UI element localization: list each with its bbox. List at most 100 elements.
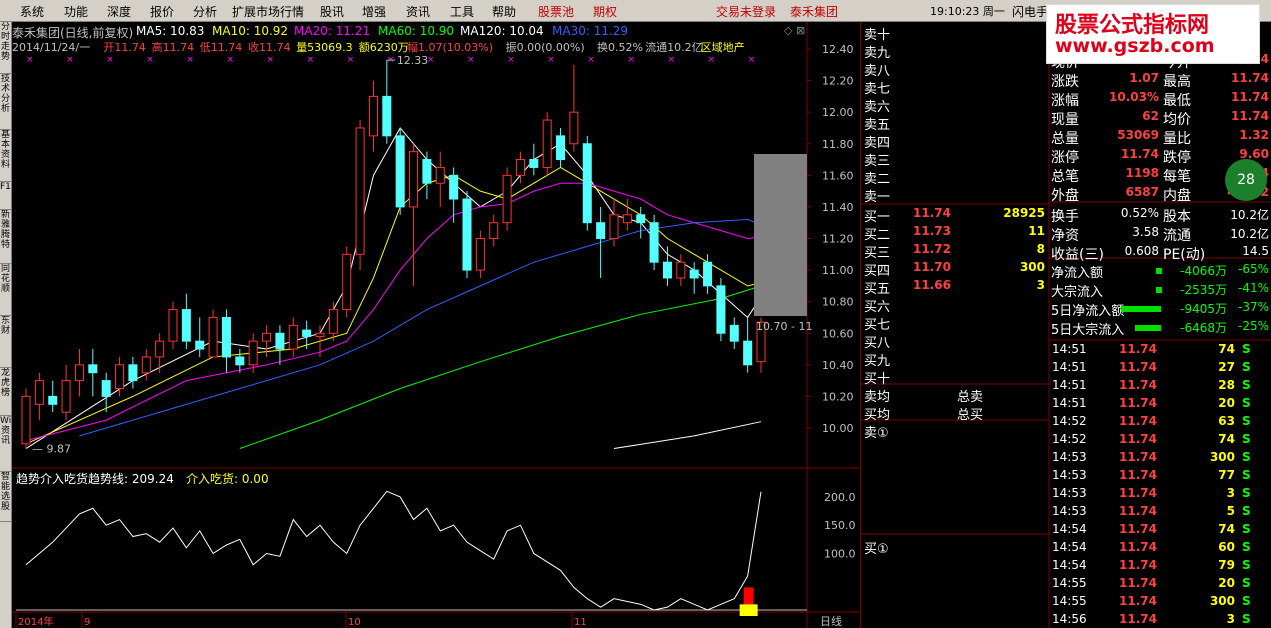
menu-item[interactable]: 帮助	[492, 3, 516, 20]
quote-panel: 卖十 卖九 卖八 卖七 卖六 卖五 卖四 卖三 卖二 卖一 买一 11.74 28925 买二 11.73 1…	[860, 22, 1271, 628]
candle[interactable]	[208, 309, 218, 358]
candle[interactable]	[48, 380, 58, 413]
tick-time: 14:53	[1052, 468, 1087, 482]
candle[interactable]	[636, 206, 646, 239]
candle[interactable]	[489, 214, 499, 247]
candle[interactable]	[462, 191, 472, 278]
candle[interactable]	[21, 388, 31, 449]
candle[interactable]	[743, 317, 753, 373]
tick-side: S	[1242, 558, 1251, 572]
candle[interactable]	[155, 333, 165, 373]
left-tab[interactable]: 同花顺	[0, 264, 11, 316]
candle[interactable]	[662, 246, 672, 286]
candle[interactable]	[315, 325, 325, 357]
menu-item[interactable]: 增强	[362, 3, 386, 20]
orderbook-buy1-box: 买①	[864, 542, 889, 557]
tick-price: 11.74	[1119, 522, 1157, 536]
left-tab[interactable]: 龙虎榜	[0, 368, 11, 416]
flash-button[interactable]: 闪电手	[1012, 3, 1048, 20]
signal-marker: ×	[26, 55, 34, 65]
candle[interactable]	[542, 112, 552, 176]
menu-item[interactable]: 功能	[64, 3, 88, 20]
candle[interactable]	[288, 317, 298, 357]
candle[interactable]	[168, 301, 178, 350]
tick-time: 14:52	[1052, 432, 1087, 446]
menu-item[interactable]: 报价	[150, 3, 174, 20]
left-tab[interactable]: 技术分析	[0, 74, 11, 130]
candle[interactable]	[729, 317, 739, 350]
tick-price: 11.74	[1119, 540, 1157, 554]
candle[interactable]	[275, 325, 285, 365]
candle[interactable]	[328, 301, 338, 342]
candle[interactable]	[409, 143, 419, 286]
candle[interactable]	[382, 60, 392, 144]
menu-item[interactable]: 扩展市场行情	[232, 3, 304, 20]
candle[interactable]	[195, 317, 205, 357]
candle[interactable]	[649, 214, 659, 271]
indicator-axis-tick: 100.0	[824, 547, 856, 560]
candle[interactable]	[128, 356, 138, 389]
candle[interactable]	[101, 372, 111, 413]
candle[interactable]	[181, 293, 191, 350]
left-tab[interactable]: F10	[0, 182, 11, 210]
left-tab[interactable]: 新雅腾特	[0, 210, 11, 264]
quote-value: 53069	[1117, 128, 1159, 142]
tick-side: S	[1242, 468, 1251, 482]
trend-line	[25, 490, 762, 611]
left-tab[interactable]: Wind资讯	[0, 416, 11, 472]
change-badge: 28	[1225, 159, 1267, 201]
candle[interactable]	[61, 364, 71, 421]
candle[interactable]	[395, 127, 405, 215]
menu-item[interactable]: 资讯	[406, 3, 430, 20]
sell-level-label: 卖三	[864, 154, 891, 169]
orderbook-buy-avg: 买均	[864, 408, 891, 423]
candle[interactable]	[596, 206, 606, 278]
candle[interactable]	[34, 372, 44, 421]
candle[interactable]	[622, 199, 632, 231]
candle[interactable]	[676, 254, 686, 286]
candlestick-chart[interactable]: 12.40 12.20 12.00 11.80 11.60 11.40 11.20 11.00…	[12, 22, 860, 628]
candle[interactable]	[355, 120, 365, 271]
watermark-url: www.gszb.com	[1055, 35, 1215, 57]
candle[interactable]	[529, 143, 539, 176]
candle[interactable]	[582, 135, 592, 231]
menu-item[interactable]: 股讯	[320, 3, 344, 20]
candle[interactable]	[221, 309, 231, 373]
left-tab[interactable]: 智能选股	[0, 472, 11, 522]
tick-time: 14:55	[1052, 594, 1087, 608]
candle[interactable]	[502, 167, 512, 231]
menu-item[interactable]: 深度	[107, 3, 131, 20]
candle[interactable]	[74, 349, 84, 397]
tick-time: 14:53	[1052, 450, 1087, 464]
candle[interactable]	[689, 262, 699, 294]
period-label[interactable]: 日线	[820, 614, 842, 628]
quote-value: 10.03%	[1109, 90, 1159, 104]
left-tab[interactable]: 东财	[0, 316, 11, 368]
watermark-logo: 股票公式指标网 www.gszb.com	[1046, 4, 1260, 64]
tick-side: S	[1242, 342, 1251, 356]
sell-level-label: 卖四	[864, 136, 891, 151]
candle[interactable]	[475, 230, 485, 278]
signal-marker: ×	[106, 55, 114, 65]
left-tab[interactable]: 基本资料	[0, 130, 11, 182]
left-tab[interactable]: 分时走势	[0, 22, 11, 74]
candle[interactable]	[569, 64, 579, 152]
candle[interactable]	[556, 127, 566, 168]
menu-item[interactable]: 系统	[20, 3, 44, 20]
tick-volume: 79	[1218, 558, 1235, 572]
chart-area[interactable]: 泰禾集团(日线,前复权) MA5: 10.83 MA10: 10.92 MA20: …	[12, 22, 860, 628]
menu-item[interactable]: 工具	[450, 3, 474, 20]
candle[interactable]	[368, 80, 378, 152]
login-status[interactable]: 交易未登录	[716, 3, 776, 20]
flow-bar	[1135, 325, 1161, 331]
candle[interactable]	[342, 246, 352, 318]
group-name[interactable]: 泰禾集团	[790, 3, 838, 20]
candle[interactable]	[435, 151, 445, 207]
candle[interactable]	[88, 349, 98, 397]
candle[interactable]	[716, 277, 726, 342]
menu-item[interactable]: 分析	[193, 3, 217, 20]
signal-marker: ×	[667, 55, 675, 65]
menu-item-highlight[interactable]: 期权	[593, 3, 617, 20]
menu-item-highlight[interactable]: 股票池	[538, 3, 574, 20]
candle[interactable]	[422, 151, 432, 200]
